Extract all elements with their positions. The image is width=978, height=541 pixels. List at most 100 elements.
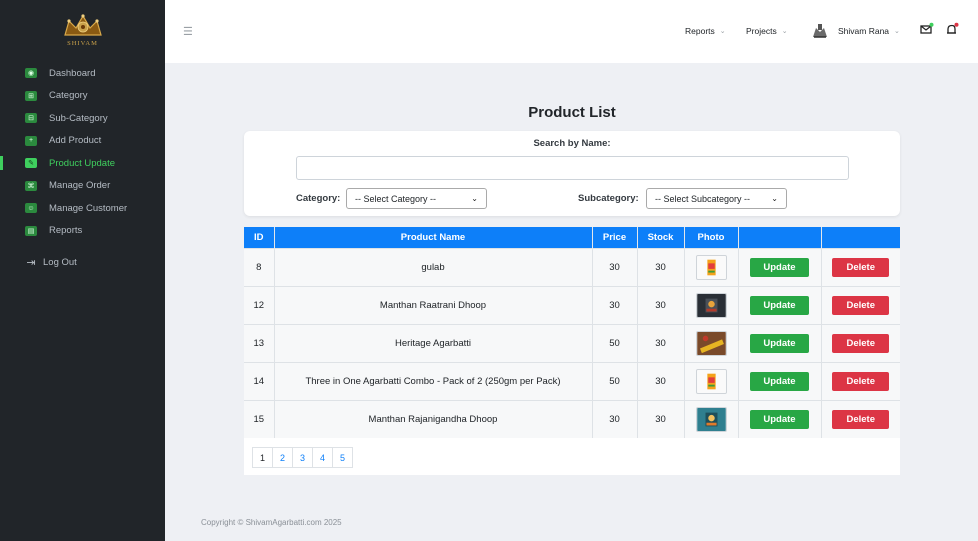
update-button[interactable]: Update xyxy=(750,295,809,315)
cell-stock: 30 xyxy=(637,247,685,286)
sidebar-item-label: Add Product xyxy=(49,135,102,147)
sidebar-item-label: Dashboard xyxy=(49,67,96,79)
chevron-down-icon: ⌄ xyxy=(771,194,778,203)
dashboard-icon: ◉ xyxy=(25,68,37,79)
update-button[interactable]: Update xyxy=(750,371,809,391)
reports-icon: ▤ xyxy=(25,225,37,236)
update-button[interactable]: Update xyxy=(750,409,809,429)
product-photo[interactable] xyxy=(695,368,727,394)
sidebar-item-product-update[interactable]: ✎ Product Update xyxy=(0,152,165,175)
cell-photo xyxy=(684,323,739,362)
cell-product-name: gulab xyxy=(274,247,593,286)
category-select[interactable]: -- Select Category -- ⌄ xyxy=(346,188,487,209)
cell-product-name: Three in One Agarbatti Combo - Pack of 2… xyxy=(274,361,593,400)
cell-update: Update xyxy=(738,399,822,438)
reports-dropdown-label: Reports xyxy=(685,26,715,36)
sidebar-item-label: Category xyxy=(49,90,88,102)
cell-product-name: Heritage Agarbatti xyxy=(274,323,593,362)
sidebar-item-category[interactable]: ⊞ Category xyxy=(0,85,165,108)
delete-button[interactable]: Delete xyxy=(832,371,890,391)
avatar[interactable] xyxy=(811,22,829,38)
update-button[interactable]: Update xyxy=(750,333,809,353)
sidebar-item-label: Manage Order xyxy=(49,180,111,192)
user-menu[interactable]: Shivam Rana ⌄ xyxy=(838,26,900,36)
sidebar: SHIVAM ◉ Dashboard ⊞ Category ⊟ Sub-Cate… xyxy=(0,0,165,541)
hamburger-icon[interactable]: ☰ xyxy=(183,25,193,38)
column-header-update xyxy=(738,227,822,248)
cell-stock: 30 xyxy=(637,285,685,324)
page-link-2[interactable]: 2 xyxy=(272,447,293,468)
delete-button[interactable]: Delete xyxy=(832,409,890,429)
sidebar-item-dashboard[interactable]: ◉ Dashboard xyxy=(0,62,165,85)
column-header-name[interactable]: Product Name xyxy=(274,227,593,248)
chevron-down-icon: ⌄ xyxy=(471,194,478,203)
cell-price: 30 xyxy=(592,247,638,286)
reports-dropdown[interactable]: Reports ⌄ xyxy=(685,26,726,36)
cell-delete: Delete xyxy=(821,247,900,286)
sidebar-item-sub-category[interactable]: ⊟ Sub-Category xyxy=(0,107,165,130)
cell-id: 14 xyxy=(244,361,275,400)
brand-logo[interactable]: SHIVAM xyxy=(0,0,165,55)
cell-id: 13 xyxy=(244,323,275,362)
sidebar-nav: ◉ Dashboard ⊞ Category ⊟ Sub-Category + … xyxy=(0,62,165,274)
sidebar-item-label: Log Out xyxy=(43,256,77,268)
cell-id: 12 xyxy=(244,285,275,324)
cell-id: 15 xyxy=(244,399,275,438)
cell-price: 30 xyxy=(592,285,638,324)
table-row: 15 Manthan Rajanigandha Dhoop 30 30 Upda… xyxy=(244,399,900,438)
delete-button[interactable]: Delete xyxy=(832,333,890,353)
column-header-price[interactable]: Price xyxy=(592,227,638,248)
column-header-id[interactable]: ID xyxy=(244,227,275,248)
page-link-4[interactable]: 4 xyxy=(312,447,333,468)
projects-dropdown[interactable]: Projects ⌄ xyxy=(746,26,788,36)
sidebar-item-label: Manage Customer xyxy=(49,202,128,214)
top-header: ☰ Reports ⌄ Projects ⌄ Shivam Rana ⌄ xyxy=(165,0,978,63)
logout-icon: ⇥ xyxy=(26,256,36,269)
table-row: 13 Heritage Agarbatti 50 30 Update Delet… xyxy=(244,323,900,362)
table-header-row: ID Product Name Price Stock Photo xyxy=(244,227,900,248)
product-photo[interactable] xyxy=(695,330,727,356)
logo-text: SHIVAM xyxy=(67,39,98,47)
subcategory-filter-label: Subcategory: xyxy=(578,193,639,204)
page-link-3[interactable]: 3 xyxy=(292,447,313,468)
product-table-container: ID Product Name Price Stock Photo 8 gula… xyxy=(244,227,900,475)
table-row: 14 Three in One Agarbatti Combo - Pack o… xyxy=(244,361,900,400)
sidebar-item-logout[interactable]: ⇥ Log Out xyxy=(0,251,165,274)
column-header-stock[interactable]: Stock xyxy=(637,227,685,248)
search-input[interactable] xyxy=(296,156,849,180)
crown-logo-icon xyxy=(63,13,102,36)
sidebar-item-manage-customer[interactable]: ☺ Manage Customer xyxy=(0,197,165,220)
sidebar-item-add-product[interactable]: + Add Product xyxy=(0,130,165,153)
cell-photo xyxy=(684,285,739,324)
footer-copyright: Copyright © ShivamAgarbatti.com 2025 xyxy=(201,518,342,527)
bell-icon[interactable] xyxy=(945,22,959,36)
sidebar-item-manage-order[interactable]: ⌘ Manage Order xyxy=(0,175,165,198)
customer-icon: ☺ xyxy=(25,203,37,214)
cell-photo xyxy=(684,247,739,286)
product-photo[interactable] xyxy=(695,406,727,432)
delete-button[interactable]: Delete xyxy=(832,257,890,277)
subcategory-select[interactable]: -- Select Subcategory -- ⌄ xyxy=(646,188,787,209)
category-filter-label: Category: xyxy=(296,193,341,204)
add-product-icon: + xyxy=(25,135,37,146)
cell-delete: Delete xyxy=(821,399,900,438)
product-photo[interactable] xyxy=(695,254,727,280)
cell-stock: 30 xyxy=(637,361,685,400)
delete-button[interactable]: Delete xyxy=(832,295,890,315)
table-row: 12 Manthan Raatrani Dhoop 30 30 Update D… xyxy=(244,285,900,324)
order-icon: ⌘ xyxy=(25,180,37,191)
cell-price: 50 xyxy=(592,361,638,400)
cell-delete: Delete xyxy=(821,361,900,400)
page-title: Product List xyxy=(528,104,616,121)
sidebar-item-label: Product Update xyxy=(49,157,116,169)
cell-stock: 30 xyxy=(637,399,685,438)
mail-icon[interactable] xyxy=(920,22,934,36)
sidebar-item-reports[interactable]: ▤ Reports xyxy=(0,220,165,243)
page-link-5[interactable]: 5 xyxy=(332,447,353,468)
product-photo[interactable] xyxy=(695,292,727,318)
page-link-1[interactable]: 1 xyxy=(252,447,273,468)
chevron-down-icon: ⌄ xyxy=(781,28,788,35)
cell-photo xyxy=(684,399,739,438)
update-button[interactable]: Update xyxy=(750,257,809,277)
pagination: 1 2 3 4 5 xyxy=(252,447,353,468)
